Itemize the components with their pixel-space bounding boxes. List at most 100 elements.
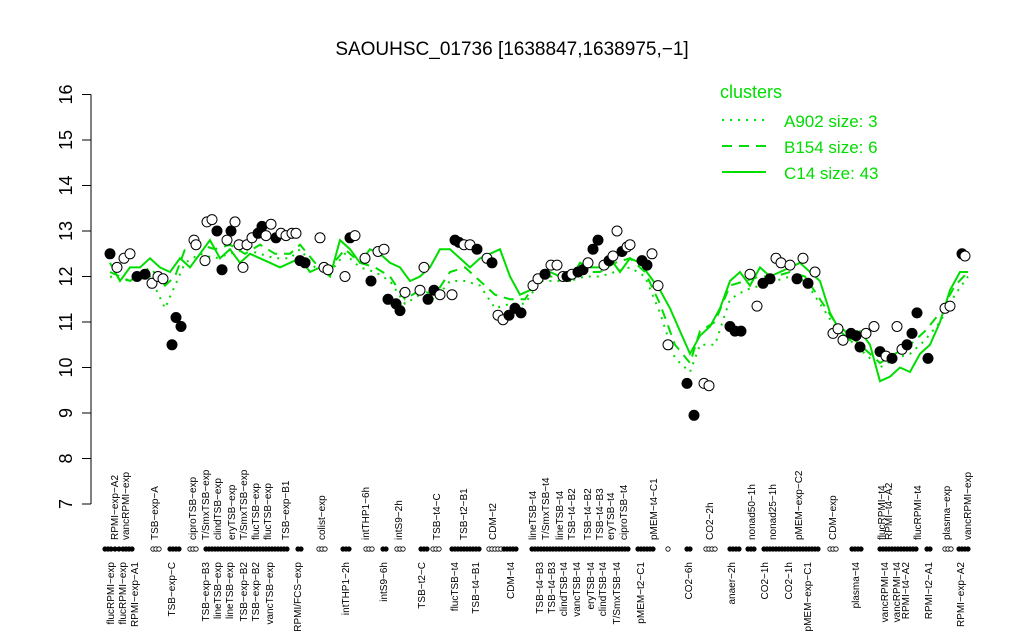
sample-label: plasma−exp [942,485,953,540]
data-points [104,214,971,421]
legend: clusters A902 size: 3 B154 size: 6 C14 siz… [720,82,879,183]
data-point [394,305,406,317]
sample-label: flucTSB−exp [263,483,274,540]
rug-marker [383,546,389,552]
data-point [797,252,809,264]
sample-label: RPMI−t4−A2 [901,562,912,620]
top-sample-labels: RPMI−exp−A2 vancRPMI−exp TSB−exp−A ciproTSB… [110,469,974,540]
data-point [911,307,923,319]
data-point [339,271,351,282]
rug-marker [965,546,971,552]
data-point [256,220,268,232]
data-point [868,321,880,332]
data-point [539,268,551,280]
data-point [399,286,411,298]
data-point [751,300,763,312]
data-point [378,243,390,255]
sample-label: CDM−t4 [506,562,517,599]
y-tick-label: 9 [56,408,76,418]
sample-label: lineTSB−exp [213,562,224,619]
sample-label: CO2−6h [684,562,695,600]
data-point [646,248,658,260]
data-point [365,275,377,287]
sample-label: nonad50−1h [747,484,758,540]
legend-label: C14 size: 43 [784,164,879,183]
data-point [166,339,178,351]
data-point [104,248,116,260]
sample-label: pMEM−exp−C2 [794,470,805,540]
sample-label: intTHP1−6h [361,487,372,540]
data-point [170,312,182,323]
data-point [860,327,872,339]
rug-marker [665,546,671,552]
data-point [764,273,776,285]
sample-label: TSB−t2−B1 [459,488,470,540]
rug-marker [193,546,199,552]
data-point [735,325,747,337]
data-point [446,289,458,301]
data-point [744,268,756,280]
sample-label: intS9−6h [379,562,390,602]
data-point [434,289,446,301]
data-point [551,259,563,271]
rug-marker [284,546,290,552]
data-point [237,261,249,273]
rug-marker [833,546,839,552]
data-point [124,248,136,260]
sample-label: flucRPMI−t4 [913,485,924,540]
sample-label: eryTSB−exp [227,484,238,540]
y-axis: 7 8 9 10 11 12 13 14 15 16 [56,84,92,509]
rug-marker [625,546,631,552]
sample-label: TSB−t4−B2 [583,488,594,540]
sample-label: vancRPMI−exp [963,471,974,540]
data-point [139,268,151,280]
legend-label: A902 size: 3 [784,112,878,131]
rug-marker [650,546,656,552]
rug-marker [369,546,375,552]
rug-marker [736,546,742,552]
rug-marker [476,546,482,552]
series-lines [109,238,969,383]
bottom-sample-labels: flucRPMI−exp flucRPMI−exp RPMI−exp−A1 TSB−e… [106,562,967,632]
sample-label: RPMI/FCS−exp [293,562,304,632]
sample-label: CDM−exp [828,495,839,540]
rug-marker [346,546,352,552]
legend-title: clusters [720,82,782,102]
data-point [688,409,700,421]
sample-label: vancRPMI−exp [121,471,132,540]
rug-marker [322,546,328,552]
data-point [703,380,715,392]
sample-label: CDM−t2 [488,503,499,540]
data-point [175,321,187,332]
rug-marker [927,546,933,552]
data-point [587,243,599,255]
data-point [359,252,371,264]
data-point [922,352,934,364]
y-tick-label: 13 [56,221,76,241]
data-point [641,259,653,271]
data-point [322,264,334,276]
sample-label: eryTSB−t4 [586,562,597,610]
sample-label: TSB−t4−B3 [535,562,546,614]
rug-marker [712,546,718,552]
sample-label: RPMI−exp−A2 [110,475,121,540]
sample-label: CO2−1h [760,562,771,600]
rug-marker [858,546,864,552]
data-point [199,255,211,267]
rug-marker [156,546,162,552]
data-point [784,259,796,271]
data-point [422,293,434,305]
sample-label: RPMI−t4−A2 [884,482,895,540]
data-point [832,323,844,335]
data-point [211,225,223,237]
sample-label: intS9−2h [394,500,405,540]
sample-label: clindTSB−t4 [559,562,570,617]
sample-label: pMEM−exp−C1 [803,562,814,632]
data-point [314,232,326,244]
sample-label: lineTSB−t4 [528,490,539,540]
data-point [471,243,483,255]
series-line-solid [109,238,968,383]
data-point [515,307,527,319]
data-point [791,273,803,285]
sample-label: clindTSB−exp [213,478,224,540]
